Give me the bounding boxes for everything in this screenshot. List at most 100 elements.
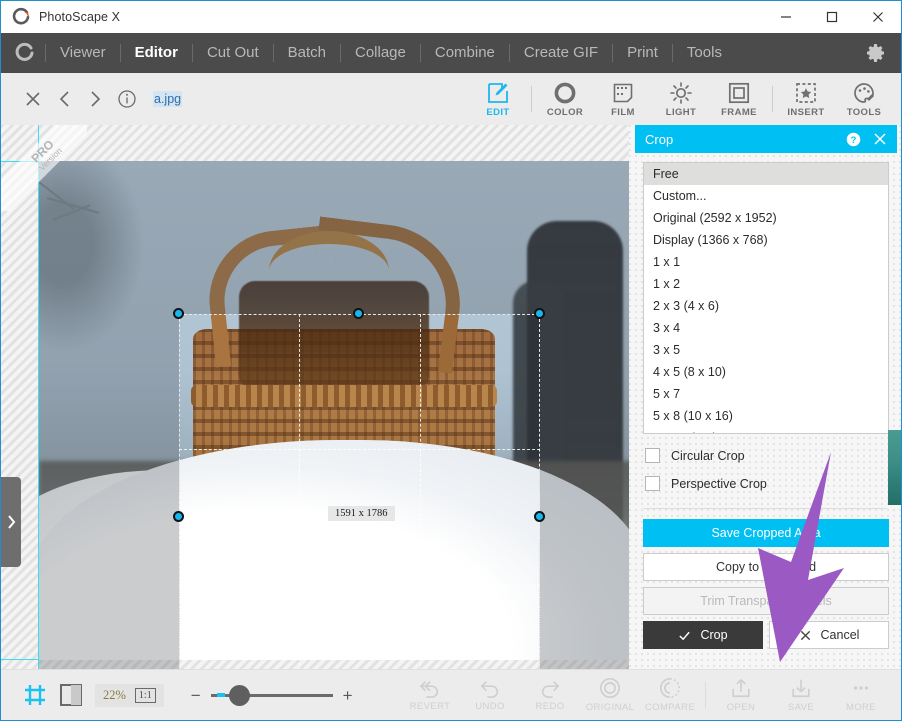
bottom-divider bbox=[705, 682, 706, 708]
menu-bar: Viewer Editor Cut Out Batch Collage Comb… bbox=[1, 33, 901, 73]
crop-button[interactable]: Crop bbox=[643, 621, 763, 649]
tab-edit[interactable]: EDIT bbox=[469, 73, 527, 125]
crop-handle-middle-right[interactable] bbox=[534, 511, 545, 522]
redo-button[interactable]: REDO bbox=[520, 670, 580, 720]
film-icon bbox=[611, 81, 635, 105]
tab-tools[interactable]: TOOLS bbox=[835, 73, 893, 125]
menu-items: Viewer Editor Cut Out Batch Collage Comb… bbox=[45, 33, 736, 73]
menu-item-create-gif[interactable]: Create GIF bbox=[510, 33, 612, 73]
ratio-item-display[interactable]: Display (1366 x 768) bbox=[644, 229, 888, 251]
actual-size-button[interactable]: 1:1 bbox=[134, 687, 156, 703]
color-ring-icon bbox=[553, 81, 577, 105]
crop-handle-top-center[interactable] bbox=[353, 308, 364, 319]
photo-tree-left bbox=[39, 161, 159, 371]
zoom-slider-knob[interactable] bbox=[228, 684, 250, 706]
window-controls bbox=[763, 1, 901, 33]
zoom-slider-group: − + bbox=[191, 684, 353, 706]
ratio-item-2x3[interactable]: 2 x 3 (4 x 6) bbox=[644, 295, 888, 317]
insert-star-icon bbox=[794, 81, 818, 105]
menu-item-collage[interactable]: Collage bbox=[341, 33, 420, 73]
revert-button[interactable]: REVERT bbox=[400, 670, 460, 720]
perspective-crop-row[interactable]: Perspective Crop bbox=[645, 476, 887, 491]
ratio-item-1x2[interactable]: 1 x 2 bbox=[644, 273, 888, 295]
menu-item-combine[interactable]: Combine bbox=[421, 33, 509, 73]
crop-guide-horizontal-1 bbox=[179, 449, 540, 450]
menu-item-cut-out[interactable]: Cut Out bbox=[193, 33, 273, 73]
current-filename[interactable]: a.jpg bbox=[153, 91, 183, 107]
zoom-slider[interactable] bbox=[210, 684, 333, 706]
perspective-crop-checkbox[interactable] bbox=[645, 476, 660, 491]
info-icon[interactable] bbox=[117, 89, 137, 109]
more-dots-icon bbox=[850, 677, 872, 699]
zoom-percent: 22% bbox=[103, 687, 126, 702]
ratio-item-original[interactable]: Original (2592 x 1952) bbox=[644, 207, 888, 229]
chevron-left-icon[interactable] bbox=[57, 89, 73, 109]
open-button[interactable]: OPEN bbox=[711, 670, 771, 720]
ratio-item-3x5[interactable]: 3 x 5 bbox=[644, 339, 888, 361]
zoom-level-box[interactable]: 22% 1:1 bbox=[95, 683, 164, 707]
save-download-icon bbox=[790, 677, 812, 699]
aspect-ratio-list[interactable]: Free Custom... Original (2592 x 1952) Di… bbox=[643, 162, 889, 434]
photoscape-logo-icon bbox=[11, 7, 31, 27]
ratio-item-3x4[interactable]: 3 x 4 bbox=[644, 317, 888, 339]
close-button[interactable] bbox=[855, 1, 901, 33]
ratio-item-5x8[interactable]: 5 x 8 (10 x 16) bbox=[644, 405, 888, 427]
photo-basket-rim bbox=[191, 385, 497, 407]
photoscape-mark-icon[interactable] bbox=[11, 39, 39, 67]
save-cropped-area-button[interactable]: Save Cropped Area bbox=[643, 519, 889, 547]
crop-guide-vertical-1 bbox=[299, 314, 300, 669]
left-panel-toggle[interactable] bbox=[1, 477, 21, 567]
chevron-right-icon[interactable] bbox=[87, 89, 103, 109]
filmstrip-thumbnail[interactable] bbox=[888, 430, 901, 505]
plus-icon[interactable]: + bbox=[343, 687, 353, 704]
gear-icon[interactable] bbox=[865, 42, 887, 64]
minimize-button[interactable] bbox=[763, 1, 809, 33]
tab-light[interactable]: LIGHT bbox=[652, 73, 710, 125]
cancel-button[interactable]: Cancel bbox=[769, 621, 889, 649]
crop-handle-middle-left[interactable] bbox=[173, 511, 184, 522]
zoom-slider-marker bbox=[216, 692, 225, 697]
more-button[interactable]: MORE bbox=[831, 670, 891, 720]
crop-panel-close-icon[interactable] bbox=[873, 132, 887, 146]
help-circle-icon[interactable]: ? bbox=[846, 132, 861, 147]
tab-insert-label: INSERT bbox=[787, 106, 825, 118]
save-button[interactable]: SAVE bbox=[771, 670, 831, 720]
menu-item-editor[interactable]: Editor bbox=[121, 33, 192, 73]
ratio-item-custom[interactable]: Custom... bbox=[644, 185, 888, 207]
tab-insert[interactable]: INSERT bbox=[777, 73, 835, 125]
close-icon[interactable] bbox=[23, 89, 43, 109]
compare-label: COMPARE bbox=[644, 702, 696, 713]
menu-item-print[interactable]: Print bbox=[613, 33, 672, 73]
tools-palette-icon bbox=[852, 81, 876, 105]
tab-frame[interactable]: FRAME bbox=[710, 73, 768, 125]
editor-toolbar: a.jpg EDIT COLOR FILM LIGHT FRAME INSERT… bbox=[1, 73, 901, 125]
circular-crop-checkbox[interactable] bbox=[645, 448, 660, 463]
ratio-item-free[interactable]: Free bbox=[644, 163, 888, 185]
menu-item-tools[interactable]: Tools bbox=[673, 33, 736, 73]
copy-to-clipboard-button[interactable]: Copy to Clipboard bbox=[643, 553, 889, 581]
menu-item-viewer[interactable]: Viewer bbox=[46, 33, 120, 73]
minus-icon[interactable]: − bbox=[191, 687, 201, 704]
ratio-item-5x7[interactable]: 5 x 7 bbox=[644, 383, 888, 405]
bottom-toolbar: 22% 1:1 − + REVERT UNDO REDO ORIGINAL CO… bbox=[1, 669, 901, 720]
checkerboard-icon[interactable] bbox=[60, 684, 82, 706]
compare-button[interactable]: COMPARE bbox=[640, 670, 700, 720]
ratio-item-16x9[interactable]: 16 x 9 (HD) bbox=[644, 427, 888, 433]
crop-handle-top-right[interactable] bbox=[534, 308, 545, 319]
ratio-item-4x5[interactable]: 4 x 5 (8 x 10) bbox=[644, 361, 888, 383]
original-button[interactable]: ORIGINAL bbox=[580, 670, 640, 720]
tab-color[interactable]: COLOR bbox=[536, 73, 594, 125]
frame-icon bbox=[727, 81, 751, 105]
menu-item-batch[interactable]: Batch bbox=[274, 33, 340, 73]
revert-icon bbox=[419, 678, 441, 698]
check-icon bbox=[678, 629, 691, 642]
undo-button[interactable]: UNDO bbox=[460, 670, 520, 720]
tab-film[interactable]: FILM bbox=[594, 73, 652, 125]
tab-film-label: FILM bbox=[611, 106, 635, 118]
ratio-item-1x1[interactable]: 1 x 1 bbox=[644, 251, 888, 273]
crop-handle-top-left[interactable] bbox=[173, 308, 184, 319]
image-canvas[interactable]: 1591 x 1786 PRO Version bbox=[1, 125, 629, 669]
circular-crop-row[interactable]: Circular Crop bbox=[645, 448, 887, 463]
maximize-button[interactable] bbox=[809, 1, 855, 33]
crop-grid-icon[interactable] bbox=[23, 683, 47, 707]
